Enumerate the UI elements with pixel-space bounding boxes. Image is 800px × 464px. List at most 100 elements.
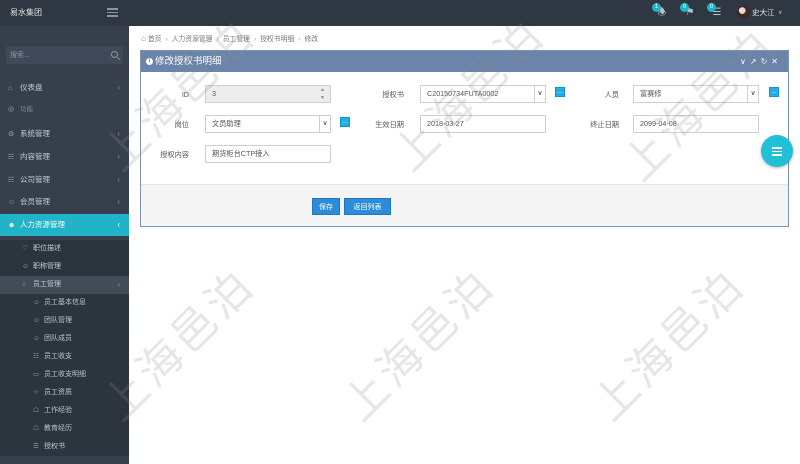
globe-icon: ◎ xyxy=(8,106,15,113)
sidebar-subitem-employee-basic[interactable]: ☺ 员工基本信息 xyxy=(0,294,129,312)
close-icon[interactable]: ✕ xyxy=(771,51,782,72)
user-avatar[interactable] xyxy=(737,6,750,19)
breadcrumb-hr[interactable]: 人力资源管理 xyxy=(172,36,213,43)
content-field[interactable]: 期货柜台CTP接入 xyxy=(205,145,331,163)
sidebar-item-label: 公司管理 xyxy=(20,175,50,184)
chevron-left-icon: ‹ xyxy=(117,83,120,92)
sidebar-subitem-authorization[interactable]: ☰ 授权书 xyxy=(0,438,129,456)
graduation-icon: ☖ xyxy=(33,407,39,414)
list-icon: ☷ xyxy=(8,154,15,161)
post-value: 文员助理 xyxy=(212,119,241,128)
end-date-field[interactable]: 2099-04-08 xyxy=(633,115,759,133)
expand-icon[interactable]: ↗ xyxy=(750,51,761,72)
sidebar-subitem-team-members[interactable]: ☺ 团队成员 xyxy=(0,330,129,348)
authorization-label: 授权书 xyxy=(382,90,404,99)
card-icon: ▭ xyxy=(33,371,40,378)
id-field[interactable]: 3 ▲ ▼ xyxy=(205,85,331,103)
panel-header: i 修改授权书明细 ∨↗↻✕ xyxy=(141,51,788,72)
user-name[interactable]: 史大江 xyxy=(752,0,775,26)
user-icon: ☺ xyxy=(33,335,40,342)
sidebar-subitem-team[interactable]: ☺ 团队管理 xyxy=(0,312,129,330)
panel-tools: ∨↗↻✕ xyxy=(740,51,782,72)
tasks-icon[interactable]: ☰ 0 xyxy=(707,3,724,20)
sidebar-subitem-label: 员工收支明细 xyxy=(44,371,86,378)
chevron-down-icon: ∨ xyxy=(534,86,545,102)
users-icon: ☺ xyxy=(8,199,16,206)
sidebar-subitem-label: 教育经历 xyxy=(44,425,72,432)
bell-icon[interactable]: 🕭 1 xyxy=(652,3,669,20)
authorization-select[interactable]: C20150734FUTA0002 ∨ xyxy=(420,85,546,103)
sidebar-item-company[interactable]: ☷ 公司管理 ‹ xyxy=(0,169,129,191)
breadcrumb-separator: › xyxy=(165,36,168,43)
search-input[interactable] xyxy=(10,46,105,64)
sidebar-item-label: 内容管理 xyxy=(20,152,50,161)
person-value: 富赛修 xyxy=(640,89,662,98)
sidebar-item-system[interactable]: ⚙ 系统管理 ‹ xyxy=(0,123,129,145)
sidebar-subitem-work-experience[interactable]: ☖ 工作经验 xyxy=(0,402,129,420)
sidebar-subitem-employee[interactable]: ⌂ 员工管理 ‹ xyxy=(0,276,129,294)
start-date-value: 2018-03-27 xyxy=(427,119,464,128)
sidebar-item-content[interactable]: ☷ 内容管理 ‹ xyxy=(0,146,129,168)
start-date-field[interactable]: 2018-03-27 xyxy=(420,115,546,133)
breadcrumb-separator: › xyxy=(298,36,301,43)
stepper-icon[interactable]: ▲ ▼ xyxy=(320,86,325,102)
person-select[interactable]: 富赛修 ∨ xyxy=(633,85,759,103)
flag-icon[interactable]: ⚑ 0 xyxy=(680,3,697,20)
sidebar-subitem-label: 授权书 xyxy=(44,443,65,450)
sidebar-subitem-label: 职位描述 xyxy=(33,245,61,252)
sidebar-item-label: 仪表盘 xyxy=(20,83,43,92)
floating-menu-button[interactable] xyxy=(761,135,793,167)
refresh-icon[interactable]: ↻ xyxy=(761,51,772,72)
sidebar-item-label: 系统管理 xyxy=(20,129,50,138)
heart-icon: ♡ xyxy=(22,245,28,252)
watermark: 上海邑泊 xyxy=(583,259,756,432)
chevron-left-icon: ‹ xyxy=(117,175,120,184)
lock-icon: ⌂ xyxy=(22,281,26,288)
save-button[interactable]: 保存 xyxy=(312,198,340,215)
sidebar-subitem-title[interactable]: ☺ 职称管理 xyxy=(0,258,129,276)
chevron-left-icon: ‹ xyxy=(117,197,120,206)
breadcrumb-authorization-detail[interactable]: 授权书明细 xyxy=(260,36,294,43)
sidebar-subitem-qualification[interactable]: ☆ 员工资质 xyxy=(0,384,129,402)
search-icon[interactable] xyxy=(111,51,118,58)
user-icon: ☻ xyxy=(8,222,16,229)
breadcrumb-separator: › xyxy=(253,36,257,43)
watermark: 上海邑泊 xyxy=(333,259,506,432)
breadcrumb-employee[interactable]: 员工管理 xyxy=(223,36,250,43)
post-select[interactable]: 文员助理 ∨ xyxy=(205,115,331,133)
collapse-icon[interactable]: ∨ xyxy=(740,51,750,72)
menu-toggle-icon[interactable] xyxy=(107,8,118,17)
post-lookup-button[interactable]: … xyxy=(340,117,350,127)
user-icon: ☺ xyxy=(33,299,40,306)
top-bar: 易水集团 🕭 1 ⚑ 0 ☰ 0 史大江 ∨ xyxy=(0,0,800,26)
sidebar-item-members[interactable]: ☺ 会员管理 ‹ xyxy=(0,191,129,213)
authorization-lookup-button[interactable]: … xyxy=(555,87,565,97)
end-date-label: 终止日期 xyxy=(590,120,619,129)
user-icon: ☺ xyxy=(22,263,29,270)
post-label: 岗位 xyxy=(174,120,189,129)
sidebar-subitem-position[interactable]: ♡ 职位描述 xyxy=(0,240,129,258)
sitemap-icon: ☷ xyxy=(8,177,15,184)
sidebar-item-hr[interactable]: ☻ 人力资源管理 ‹ xyxy=(0,214,129,236)
chevron-down-icon[interactable]: ∨ xyxy=(778,0,782,26)
sidebar-item-dashboard[interactable]: ⌂ 仪表盘 ‹ xyxy=(0,77,129,99)
sidebar-subitem-income[interactable]: ☷ 员工收支 xyxy=(0,348,129,366)
sidebar-subitem-income-detail[interactable]: ▭ 员工收支明细 xyxy=(0,366,129,384)
chevron-down-icon: ∨ xyxy=(319,116,330,132)
back-to-list-button[interactable]: 返回列表 xyxy=(344,198,391,215)
education-icon: ☖ xyxy=(33,425,39,432)
form-actions: 保存 返回列表 xyxy=(141,184,788,226)
person-label: 人员 xyxy=(604,90,619,99)
sidebar-subitem-education[interactable]: ☖ 教育经历 xyxy=(0,420,129,438)
person-lookup-button[interactable]: … xyxy=(769,87,779,97)
home-icon: ⌂ xyxy=(141,34,146,43)
chevron-left-icon: ‹ xyxy=(117,152,120,161)
users-icon: ☺ xyxy=(33,317,40,324)
money-icon: ☷ xyxy=(33,353,39,360)
id-label: ID xyxy=(181,90,189,99)
breadcrumb-home[interactable]: 首页 xyxy=(148,36,162,43)
id-value: 3 xyxy=(212,89,216,98)
chevron-down-icon: ∨ xyxy=(747,86,758,102)
chevron-down-icon: ‹ xyxy=(117,220,120,229)
home-icon: ⌂ xyxy=(8,85,13,92)
